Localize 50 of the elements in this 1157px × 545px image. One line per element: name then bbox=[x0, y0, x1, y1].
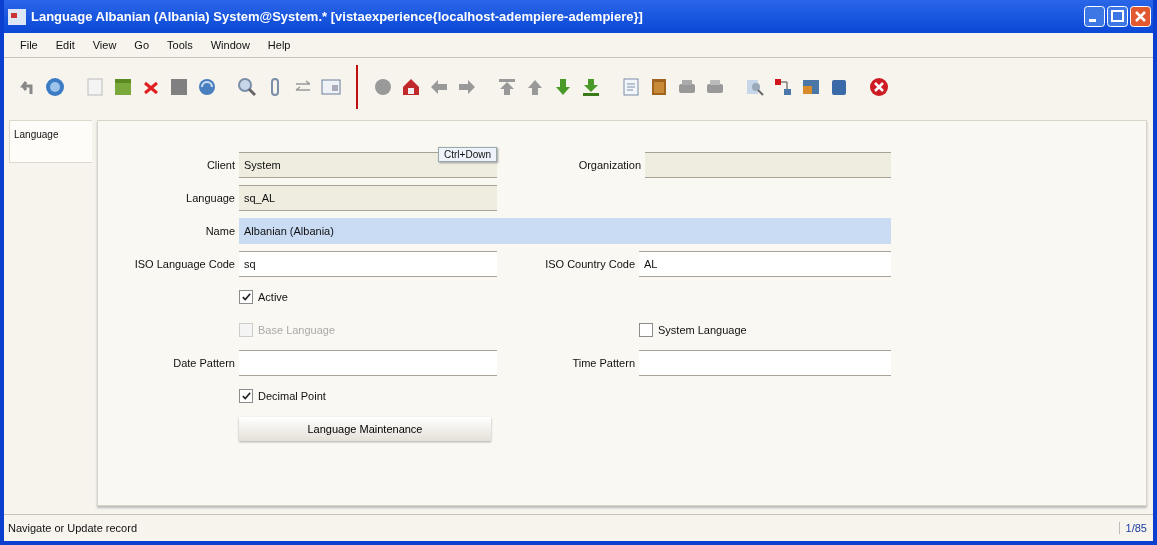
tooltip: Ctrl+Down bbox=[438, 147, 497, 162]
text-field[interactable] bbox=[645, 152, 891, 178]
field-label: Organization bbox=[577, 159, 641, 171]
copy-record-icon[interactable] bbox=[112, 76, 134, 98]
help-icon[interactable] bbox=[44, 76, 66, 98]
checkbox-label: Base Language bbox=[258, 324, 336, 336]
checkbox[interactable] bbox=[239, 290, 253, 304]
app-icon bbox=[8, 8, 26, 25]
menu-item[interactable]: View bbox=[86, 39, 129, 51]
field-label: Date Pattern bbox=[172, 357, 235, 369]
field-label: ISO Country Code bbox=[544, 258, 635, 270]
text-field[interactable]: sq_AL bbox=[239, 185, 497, 211]
refresh-icon[interactable] bbox=[196, 76, 218, 98]
field-label: Name bbox=[204, 225, 235, 237]
menu-item[interactable]: Go bbox=[128, 39, 162, 51]
menu-item[interactable]: Tools bbox=[161, 39, 205, 51]
home-icon[interactable] bbox=[400, 76, 422, 98]
text-field[interactable]: sq bbox=[239, 251, 497, 277]
text-field[interactable]: Albanian (Albania) bbox=[239, 218, 891, 244]
menu-item[interactable]: Window bbox=[204, 39, 262, 51]
checkbox-label: System Language bbox=[658, 324, 747, 336]
search-icon[interactable] bbox=[236, 76, 258, 98]
field-label: Language bbox=[185, 192, 235, 204]
checkbox[interactable] bbox=[239, 389, 253, 403]
record-counter: 1/85 bbox=[1118, 522, 1153, 534]
language-maintenance-button[interactable]: Language Maintenance bbox=[239, 417, 491, 441]
text-field[interactable]: AL bbox=[639, 251, 891, 277]
minimize-icon[interactable] bbox=[1084, 6, 1105, 27]
field-label: Client bbox=[205, 159, 235, 171]
checkbox-label: Decimal Point bbox=[258, 390, 326, 402]
text-field[interactable] bbox=[239, 350, 497, 376]
checkbox-label: Active bbox=[258, 291, 288, 303]
last-record-icon[interactable] bbox=[580, 76, 602, 98]
close-icon[interactable] bbox=[868, 76, 890, 98]
status-message: Navigate or Update record bbox=[8, 522, 137, 534]
checkbox[interactable] bbox=[639, 323, 653, 337]
text-field[interactable] bbox=[639, 350, 891, 376]
field-label: ISO Language Code bbox=[133, 258, 235, 270]
maximize-icon[interactable] bbox=[1107, 6, 1128, 27]
circle-icon[interactable] bbox=[372, 76, 394, 98]
menu-item[interactable]: File bbox=[14, 39, 50, 51]
menu-item[interactable]: Edit bbox=[49, 39, 87, 51]
window-title: Language Albanian (Albania) System@System.* [vistaexperience{localhost-adempiere-adempiere}] bbox=[31, 9, 643, 24]
field-label: Time Pattern bbox=[571, 357, 635, 369]
workflow-icon[interactable] bbox=[772, 76, 794, 98]
first-record-icon[interactable] bbox=[496, 76, 518, 98]
menu-item[interactable]: Help bbox=[261, 39, 303, 51]
close-icon[interactable] bbox=[1130, 6, 1151, 27]
grid-toggle-icon[interactable] bbox=[320, 76, 342, 98]
side-tab[interactable]: Language bbox=[9, 120, 92, 163]
